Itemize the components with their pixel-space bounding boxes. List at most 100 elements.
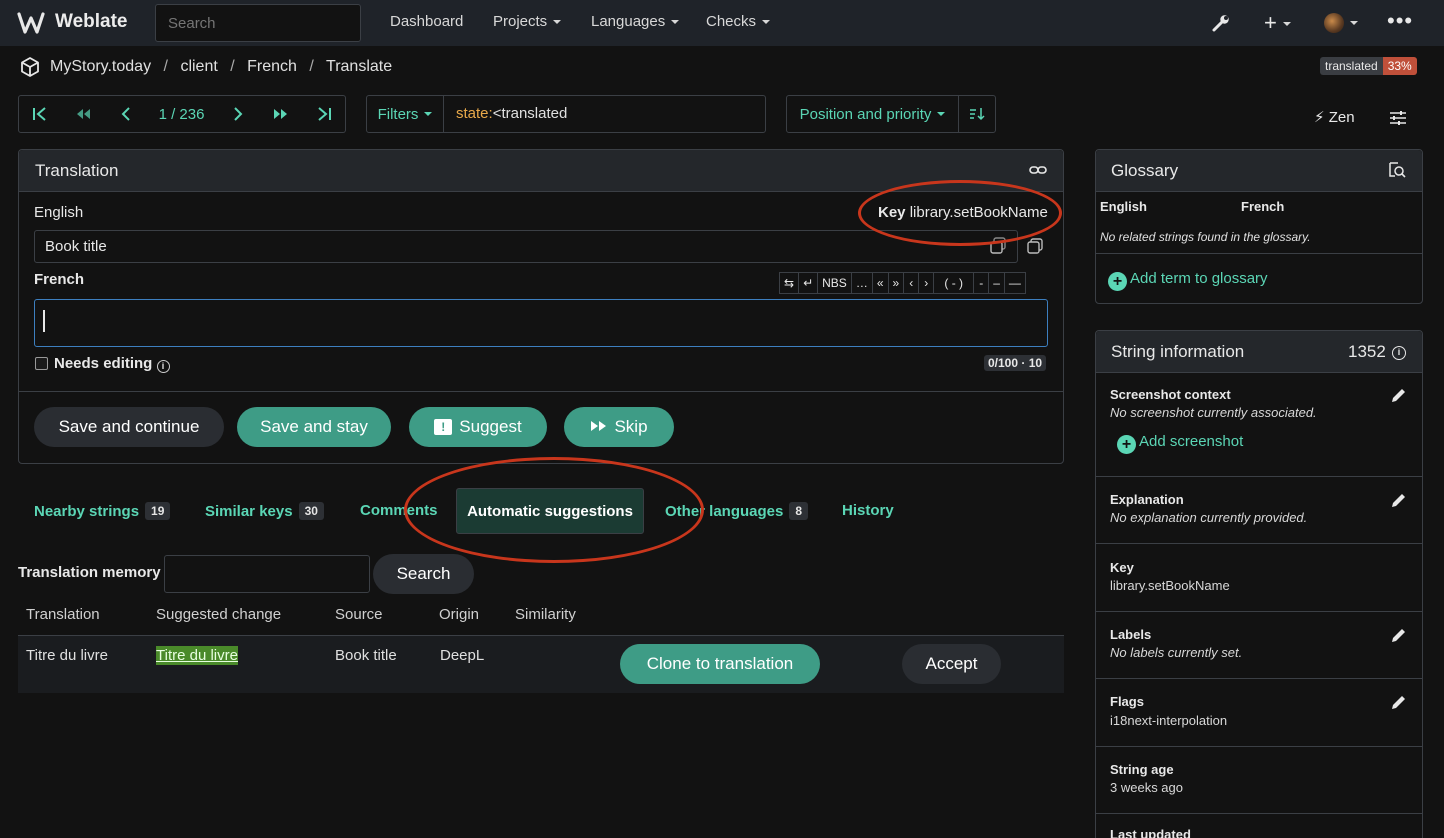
nav-dashboard[interactable]: Dashboard (390, 13, 463, 30)
special-char-button[interactable]: » (888, 272, 905, 294)
nav-languages[interactable]: Languages (591, 13, 680, 30)
separator (1096, 476, 1422, 477)
project-cube-icon (19, 56, 41, 82)
glossary-col-target: French (1241, 199, 1285, 214)
screenshot-context-value: No screenshot currently associated. (1110, 405, 1317, 420)
memory-search-button[interactable]: Search (373, 554, 474, 594)
breadcrumb-component[interactable]: client (180, 58, 217, 75)
character-counter: 0/100 · 10 (984, 355, 1047, 371)
brand-name[interactable]: Weblate (55, 11, 128, 33)
last-updated-label: Last updated (1110, 827, 1191, 838)
chevron-down-icon (762, 20, 771, 25)
save-and-stay-button[interactable]: Save and stay (237, 407, 391, 447)
suggestion-translation: Titre du livre (26, 647, 108, 664)
tab-automatic-suggestions[interactable]: Automatic suggestions (456, 488, 644, 534)
needs-editing-checkbox[interactable] (35, 357, 48, 370)
tab-similar-keys[interactable]: Similar keys 30 (205, 502, 324, 520)
special-char-button[interactable]: NBS (818, 272, 852, 294)
special-char-button[interactable]: — (1004, 272, 1026, 294)
tab-comments[interactable]: Comments (360, 502, 438, 519)
comment-exclamation-icon: ! (434, 419, 453, 435)
first-string-button[interactable] (18, 95, 62, 133)
column-header: Suggested change (156, 606, 282, 623)
explanation-label: Explanation (1110, 492, 1184, 507)
separator (1096, 543, 1422, 544)
special-char-button[interactable]: ( - ) (934, 272, 975, 294)
special-char-button[interactable]: ↵ (799, 272, 819, 294)
position-counter[interactable]: 1 / 236 (147, 95, 217, 133)
add-screenshot-link[interactable]: + Add screenshot (1117, 433, 1243, 454)
zen-mode-button[interactable]: ⚡ Zen (1314, 108, 1355, 126)
special-char-button[interactable]: « (872, 272, 889, 294)
separator (1096, 746, 1422, 747)
tab-other-languages[interactable]: Other languages 8 (665, 502, 809, 520)
key-label: Key (1110, 560, 1134, 575)
breadcrumb-language[interactable]: French (247, 58, 297, 75)
breadcrumb: MyStory.today / client / French / Transl… (50, 58, 393, 75)
breadcrumb-project[interactable]: MyStory.today (50, 58, 151, 75)
clone-to-translation-button[interactable]: Clone to translation (620, 644, 820, 684)
glossary-header: Glossary (1096, 150, 1422, 192)
separator (1096, 611, 1422, 612)
progress-label: translated (1320, 57, 1383, 75)
avatar[interactable] (1324, 13, 1358, 33)
link-icon[interactable] (1029, 162, 1047, 182)
next-button[interactable] (216, 95, 260, 133)
special-char-button[interactable]: ‹ (904, 272, 920, 294)
fast-forward-button[interactable] (259, 95, 303, 133)
skip-button[interactable]: Skip (564, 407, 674, 447)
column-header: Origin (439, 606, 480, 623)
edit-flags-icon[interactable] (1389, 694, 1407, 716)
info-icon: i (156, 360, 170, 373)
suggest-button[interactable]: ! Suggest (409, 407, 547, 447)
add-menu-button[interactable]: + (1264, 10, 1291, 36)
tab-history[interactable]: History (842, 502, 894, 519)
string-age-label: String age (1110, 762, 1174, 777)
nav-projects[interactable]: Projects (493, 13, 562, 30)
add-term-to-glossary-link[interactable]: + Add term to glossary (1108, 270, 1268, 291)
previous-button[interactable] (104, 95, 148, 133)
accept-button[interactable]: Accept (902, 644, 1001, 684)
special-char-button[interactable]: … (851, 272, 873, 294)
special-char-button[interactable]: › (919, 272, 935, 294)
more-menu-icon[interactable]: ••• (1387, 8, 1413, 34)
sort-dropdown[interactable]: Position and priority (786, 95, 959, 133)
save-and-continue-button[interactable]: Save and continue (34, 407, 224, 447)
edit-labels-icon[interactable] (1389, 627, 1407, 649)
last-string-button[interactable] (302, 95, 346, 133)
special-char-button[interactable]: ⇆ (780, 272, 800, 294)
screenshot-context-label: Screenshot context (1110, 387, 1231, 402)
fast-back-button[interactable] (61, 95, 105, 133)
needs-editing-label[interactable]: Needs editing i (54, 355, 170, 373)
clone-source-icon[interactable] (1027, 238, 1043, 258)
translation-textarea[interactable] (34, 299, 1048, 347)
search-input[interactable] (155, 4, 361, 42)
info-icon[interactable]: i (1392, 346, 1406, 360)
flags-label: Flags (1110, 694, 1144, 709)
tab-nearby-strings[interactable]: Nearby strings 19 (34, 502, 171, 520)
sort-direction-button[interactable] (958, 95, 996, 133)
edit-explanation-icon[interactable] (1389, 492, 1407, 514)
breadcrumb-current: Translate (326, 58, 393, 75)
translation-panel-header: Translation (19, 150, 1063, 192)
glossary-search-icon[interactable] (1388, 161, 1406, 183)
weblate-logo-icon[interactable] (17, 10, 45, 40)
glossary-col-source: English (1100, 199, 1147, 214)
plus-circle-icon: + (1108, 272, 1127, 291)
source-language-label: English (34, 204, 84, 221)
filters-dropdown[interactable]: Filters (366, 95, 444, 133)
settings-sliders-icon[interactable] (1389, 109, 1407, 131)
chevron-down-icon (671, 20, 680, 25)
string-info-title: String information (1111, 342, 1245, 361)
special-char-button[interactable]: – (989, 272, 1005, 294)
lightning-icon: ⚡ (1314, 109, 1325, 126)
translation-memory-input[interactable] (164, 555, 370, 593)
edit-screenshot-icon[interactable] (1389, 387, 1407, 409)
special-char-button[interactable]: - (974, 272, 990, 294)
nav-checks[interactable]: Checks (706, 13, 771, 30)
suggestion-origin: DeepL (440, 647, 485, 664)
labels-label: Labels (1110, 627, 1152, 642)
filter-query-input[interactable]: state:<translated (443, 95, 766, 133)
copy-source-icon[interactable] (990, 237, 1006, 258)
wrench-icon[interactable] (1211, 13, 1231, 37)
